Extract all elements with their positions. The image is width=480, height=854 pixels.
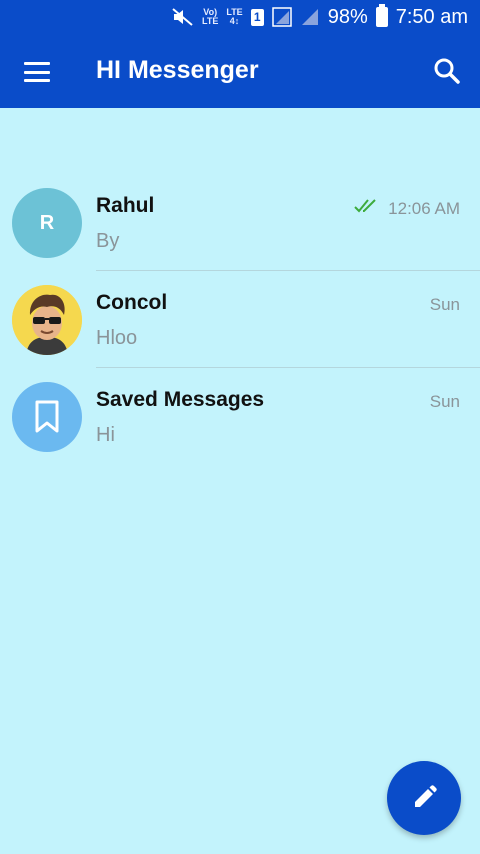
avatar: R <box>12 188 82 258</box>
chat-time: Sun <box>429 295 460 314</box>
status-bar: Vo) LTE LTE 4↕ 1 98% 7:50 am <box>0 0 480 34</box>
app-title: HI Messenger <box>96 56 259 84</box>
clock: 7:50 am <box>395 5 468 28</box>
chat-last-message: Hloo <box>96 327 138 349</box>
app-bar: HI Messenger <box>0 34 480 108</box>
sim-indicator: 1 <box>250 8 264 26</box>
pencil-icon <box>415 785 437 807</box>
chat-list: R Rahul By 12:06 AM Concol Hloo Sun Save… <box>0 174 480 465</box>
lte-indicator: LTE 4↕ <box>226 7 243 26</box>
chat-time: Sun <box>429 392 460 411</box>
avatar <box>12 382 82 452</box>
chat-last-message: By <box>96 230 120 252</box>
chat-time: 12:06 AM <box>388 198 460 218</box>
mute-icon <box>172 7 194 27</box>
chat-name: Concol <box>96 291 168 314</box>
signal-icon-2 <box>300 7 320 27</box>
chat-name: Saved Messages <box>96 388 265 411</box>
hamburger-menu-icon[interactable] <box>24 62 50 82</box>
compose-button[interactable] <box>387 761 461 835</box>
volte-indicator: Vo) LTE <box>202 7 219 26</box>
chat-last-message: Hi <box>96 424 115 446</box>
cartoon-avatar-icon <box>12 285 82 355</box>
battery-icon <box>375 4 388 27</box>
signal-icon-1 <box>271 7 292 27</box>
search-icon[interactable] <box>432 56 462 86</box>
bookmark-icon <box>35 400 59 433</box>
avatar <box>12 285 82 355</box>
chat-name: Rahul <box>96 194 155 217</box>
chat-row-rahul[interactable]: R Rahul By 12:06 AM <box>0 174 480 271</box>
battery-percent: 98% <box>327 5 368 28</box>
chat-row-saved-messages[interactable]: Saved Messages Hi Sun <box>0 368 480 465</box>
avatar-initial: R <box>39 211 55 234</box>
chat-row-concol[interactable]: Concol Hloo Sun <box>0 271 480 368</box>
double-check-icon <box>354 198 380 219</box>
